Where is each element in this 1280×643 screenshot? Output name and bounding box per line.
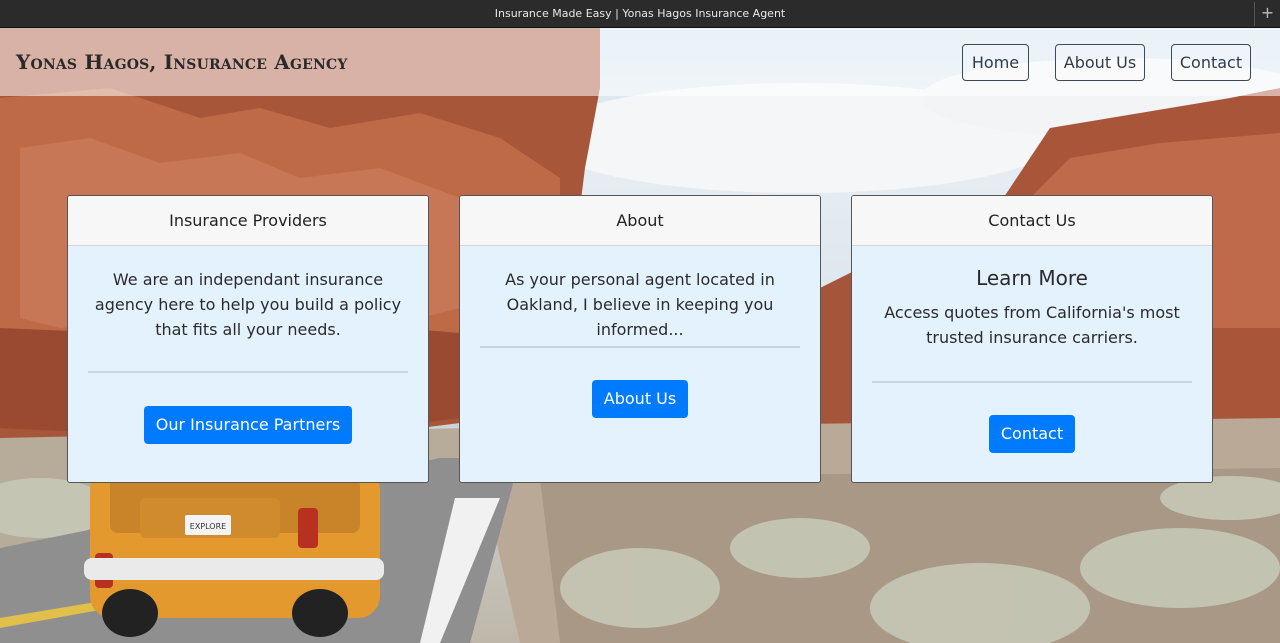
insurance-providers-card: Insurance Providers We are an independan… <box>67 195 429 483</box>
card-header: About <box>460 196 820 246</box>
contact-us-card: Contact Us Learn More Access quotes from… <box>851 195 1213 483</box>
van-license-plate: EXPLORE <box>190 522 226 531</box>
nav-contact-button[interactable]: Contact <box>1171 44 1251 81</box>
card-divider <box>480 346 800 348</box>
card-text: Access quotes from California's most tru… <box>884 303 1180 347</box>
card-text: As your personal agent located in Oaklan… <box>505 270 775 339</box>
card-divider <box>88 371 408 373</box>
nav-about-us-button[interactable]: About Us <box>1055 44 1145 81</box>
card-title: Learn More <box>976 266 1088 290</box>
card-header: Contact Us <box>852 196 1212 246</box>
nav-home-button[interactable]: Home <box>962 44 1029 81</box>
card-text: We are an independant insurance agency h… <box>94 270 402 339</box>
site-brand[interactable]: Yonas Hagos, Insurance Agency <box>16 50 348 74</box>
window-title: Insurance Made Easy | Yonas Hagos Insura… <box>494 7 786 20</box>
insurance-partners-button[interactable]: Our Insurance Partners <box>143 406 353 444</box>
about-us-button[interactable]: About Us <box>591 380 689 418</box>
new-tab-button[interactable]: + <box>1254 2 1280 26</box>
card-divider <box>872 381 1192 383</box>
site-navbar: Yonas Hagos, Insurance Agency Home About… <box>0 28 1280 96</box>
card-header: Insurance Providers <box>68 196 428 246</box>
about-card: About As your personal agent located in … <box>459 195 821 483</box>
contact-button[interactable]: Contact <box>988 415 1076 453</box>
window-titlebar: Insurance Made Easy | Yonas Hagos Insura… <box>0 0 1280 28</box>
